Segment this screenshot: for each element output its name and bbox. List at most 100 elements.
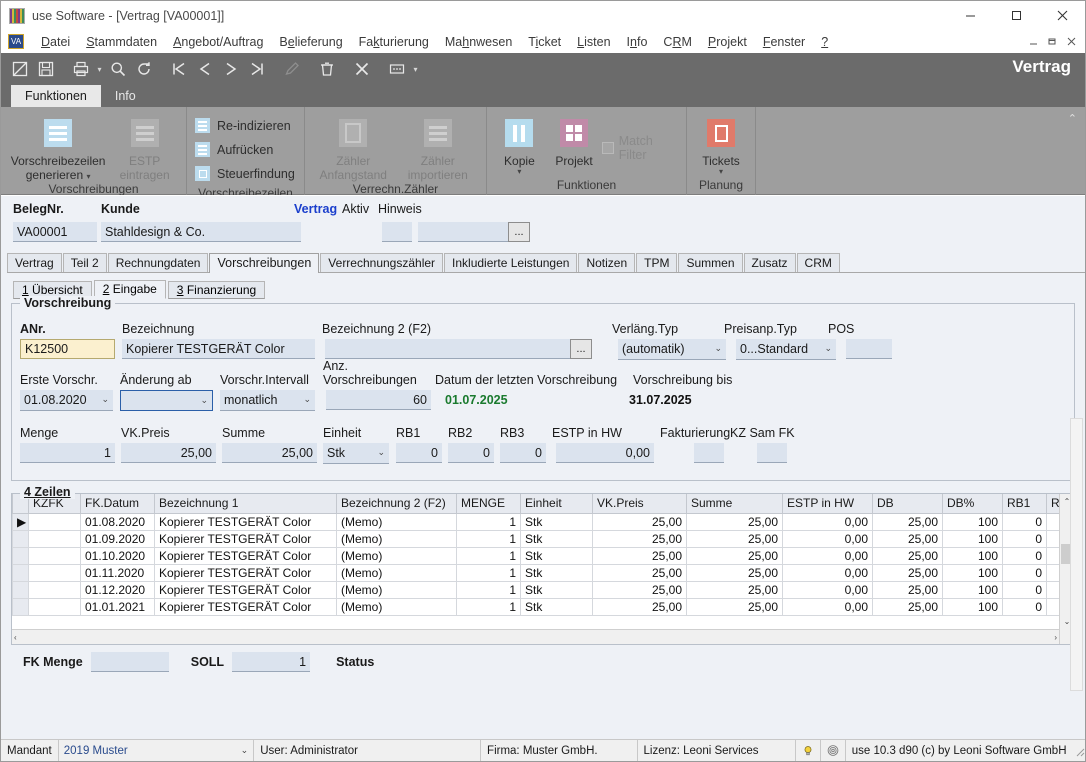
cell-einheit[interactable]: Stk bbox=[520, 563, 593, 582]
grid-col-estp-in-hw[interactable]: ESTP in HW bbox=[782, 494, 873, 514]
cell-rb1[interactable]: 0 bbox=[1002, 597, 1047, 616]
grid-col-menge[interactable]: MENGE bbox=[456, 494, 521, 514]
cell-bezeichnung-2[interactable]: (Memo) bbox=[336, 597, 457, 616]
cell-summe[interactable]: 25,00 bbox=[686, 546, 783, 565]
cell-vkpreis[interactable]: 25,00 bbox=[592, 580, 687, 599]
summe-input[interactable] bbox=[222, 443, 317, 463]
cell-einheit[interactable]: Stk bbox=[520, 580, 593, 599]
vorschreibezeilen-generieren-button[interactable]: Vorschreibezeilen generieren ▾ bbox=[7, 112, 109, 182]
cell-db[interactable]: 25,00 bbox=[872, 512, 943, 531]
cell-fk-datum[interactable]: 01.01.2021 bbox=[80, 597, 155, 616]
bezeichnung-input[interactable] bbox=[122, 339, 315, 359]
cell-menge[interactable]: 1 bbox=[456, 597, 521, 616]
menu-item-mahnwesen[interactable]: Mahnwesen bbox=[437, 33, 520, 51]
cell-menge[interactable]: 1 bbox=[456, 563, 521, 582]
menu-item-belieferung[interactable]: Belieferung bbox=[271, 33, 350, 51]
erste-vorschr-select[interactable]: 01.08.2020 ⌄ bbox=[20, 389, 113, 411]
tickets-button[interactable]: Tickets ▾ bbox=[693, 112, 749, 176]
grid-col-summe[interactable]: Summe bbox=[686, 494, 783, 514]
cell-rb1[interactable]: 0 bbox=[1002, 580, 1047, 599]
menu-item-stammdaten[interactable]: Stammdaten bbox=[78, 33, 165, 51]
menu-item-angebot-auftrag[interactable]: Angebot/Auftrag bbox=[165, 33, 271, 51]
bezeichnung2-dots-button[interactable]: ... bbox=[570, 339, 592, 359]
tab-verrechnungszaehler[interactable]: Verrechnungszähler bbox=[320, 253, 444, 272]
cell-bezeichnung-1[interactable]: Kopierer TESTGERÄT Color bbox=[154, 529, 337, 548]
cell-dbprozent[interactable]: 100 bbox=[942, 529, 1003, 548]
delete-icon[interactable] bbox=[314, 57, 339, 81]
cell-summe[interactable]: 25,00 bbox=[686, 597, 783, 616]
fakturierung-input[interactable] bbox=[694, 443, 724, 463]
more-icon[interactable] bbox=[384, 57, 409, 81]
verlaeng-typ-select[interactable]: (automatik) ⌄ bbox=[618, 338, 726, 360]
table-row[interactable]: 01.11.2020 Kopierer TESTGERÄT Color (Mem… bbox=[12, 563, 1083, 582]
table-row[interactable]: ▶ 01.08.2020 Kopierer TESTGERÄT Color (M… bbox=[12, 512, 1083, 531]
menge-input[interactable] bbox=[20, 443, 115, 463]
menu-item-fakturierung[interactable]: Fakturierung bbox=[351, 33, 437, 51]
preisanp-typ-select[interactable]: 0...Standard ⌄ bbox=[736, 338, 836, 360]
cell-einheit[interactable]: Stk bbox=[520, 597, 593, 616]
cell-einheit[interactable]: Stk bbox=[520, 546, 593, 565]
cell-dbprozent[interactable]: 100 bbox=[942, 563, 1003, 582]
dropdown-caret-icon[interactable]: ▾ bbox=[702, 168, 740, 176]
table-row[interactable]: 01.01.2021 Kopierer TESTGERÄT Color (Mem… bbox=[12, 597, 1083, 616]
cell-fk-datum[interactable]: 01.12.2020 bbox=[80, 580, 155, 599]
cell-fk-datum[interactable]: 01.09.2020 bbox=[80, 529, 155, 548]
cell-vkpreis[interactable]: 25,00 bbox=[592, 546, 687, 565]
soll-input[interactable] bbox=[232, 652, 311, 672]
cell-kzfk[interactable] bbox=[28, 512, 81, 531]
aenderung-ab-select[interactable]: ⌄ bbox=[120, 389, 213, 411]
cell-rb1[interactable]: 0 bbox=[1002, 563, 1047, 582]
previous-record-icon[interactable] bbox=[192, 57, 217, 81]
document-vertical-scrollbar[interactable] bbox=[1070, 418, 1083, 691]
cell-summe[interactable]: 25,00 bbox=[686, 529, 783, 548]
menu-item-ticket[interactable]: Ticket bbox=[520, 33, 569, 51]
aktiv-input[interactable] bbox=[382, 222, 412, 242]
tab-crm[interactable]: CRM bbox=[796, 253, 840, 272]
menu-item-datei[interactable]: DDateiatei bbox=[33, 33, 78, 51]
dropdown-caret-icon[interactable]: ▾ bbox=[504, 168, 535, 176]
belegnr-input[interactable] bbox=[13, 222, 97, 242]
kunde-input[interactable] bbox=[101, 222, 301, 242]
cell-summe[interactable]: 25,00 bbox=[686, 580, 783, 599]
menu-item-projekt[interactable]: Projekt bbox=[700, 33, 755, 51]
mdi-restore-button[interactable] bbox=[1043, 33, 1062, 50]
kz-sam-fk-input[interactable] bbox=[757, 443, 787, 463]
cell-estp[interactable]: 0,00 bbox=[782, 580, 873, 599]
cell-db[interactable]: 25,00 bbox=[872, 597, 943, 616]
cell-bezeichnung-2[interactable]: (Memo) bbox=[336, 512, 457, 531]
table-row[interactable]: 01.12.2020 Kopierer TESTGERÄT Color (Mem… bbox=[12, 580, 1083, 599]
cell-vkpreis[interactable]: 25,00 bbox=[592, 597, 687, 616]
close-button[interactable] bbox=[1039, 1, 1085, 30]
grid-col-einheit[interactable]: Einheit bbox=[520, 494, 593, 514]
cell-rb1[interactable]: 0 bbox=[1002, 529, 1047, 548]
grid-col-bezeichnung-2[interactable]: Bezeichnung 2 (F2) bbox=[336, 494, 457, 514]
grid-col-bezeichnung-1[interactable]: Bezeichnung 1 bbox=[154, 494, 337, 514]
grid-col-vkpreis[interactable]: VK.Preis bbox=[592, 494, 687, 514]
tab-inkludierte-leistungen[interactable]: Inkludierte Leistungen bbox=[444, 253, 578, 272]
tab-teil-2[interactable]: Teil 2 bbox=[62, 253, 107, 272]
cell-rb1[interactable]: 0 bbox=[1002, 512, 1047, 531]
estp-in-hw-input[interactable] bbox=[556, 443, 654, 463]
first-record-icon[interactable] bbox=[166, 57, 191, 81]
pos-input[interactable] bbox=[846, 339, 892, 359]
cell-kzfk[interactable] bbox=[28, 563, 81, 582]
cell-dbprozent[interactable]: 100 bbox=[942, 546, 1003, 565]
cell-kzfk[interactable] bbox=[28, 597, 81, 616]
grid-col-fk-datum[interactable]: FK.Datum bbox=[80, 494, 155, 514]
menu-item-help[interactable]: ? bbox=[813, 33, 836, 51]
cell-db[interactable]: 25,00 bbox=[872, 563, 943, 582]
scroll-right-icon[interactable]: › bbox=[1054, 633, 1057, 642]
cell-dbprozent[interactable]: 100 bbox=[942, 597, 1003, 616]
einheit-select[interactable]: Stk ⌄ bbox=[323, 442, 389, 464]
cell-kzfk[interactable] bbox=[28, 546, 81, 565]
menu-item-listen[interactable]: Listen bbox=[569, 33, 618, 51]
vorschr-intervall-select[interactable]: monatlich ⌄ bbox=[220, 389, 315, 411]
minimize-button[interactable] bbox=[947, 1, 993, 30]
tab-summen[interactable]: Summen bbox=[678, 253, 743, 272]
ribbon-tab-info[interactable]: Info bbox=[101, 85, 150, 107]
cell-estp[interactable]: 0,00 bbox=[782, 529, 873, 548]
last-record-icon[interactable] bbox=[244, 57, 269, 81]
cell-bezeichnung-2[interactable]: (Memo) bbox=[336, 580, 457, 599]
tab-rechnungdaten[interactable]: Rechnungdaten bbox=[107, 253, 209, 272]
cell-vkpreis[interactable]: 25,00 bbox=[592, 512, 687, 531]
